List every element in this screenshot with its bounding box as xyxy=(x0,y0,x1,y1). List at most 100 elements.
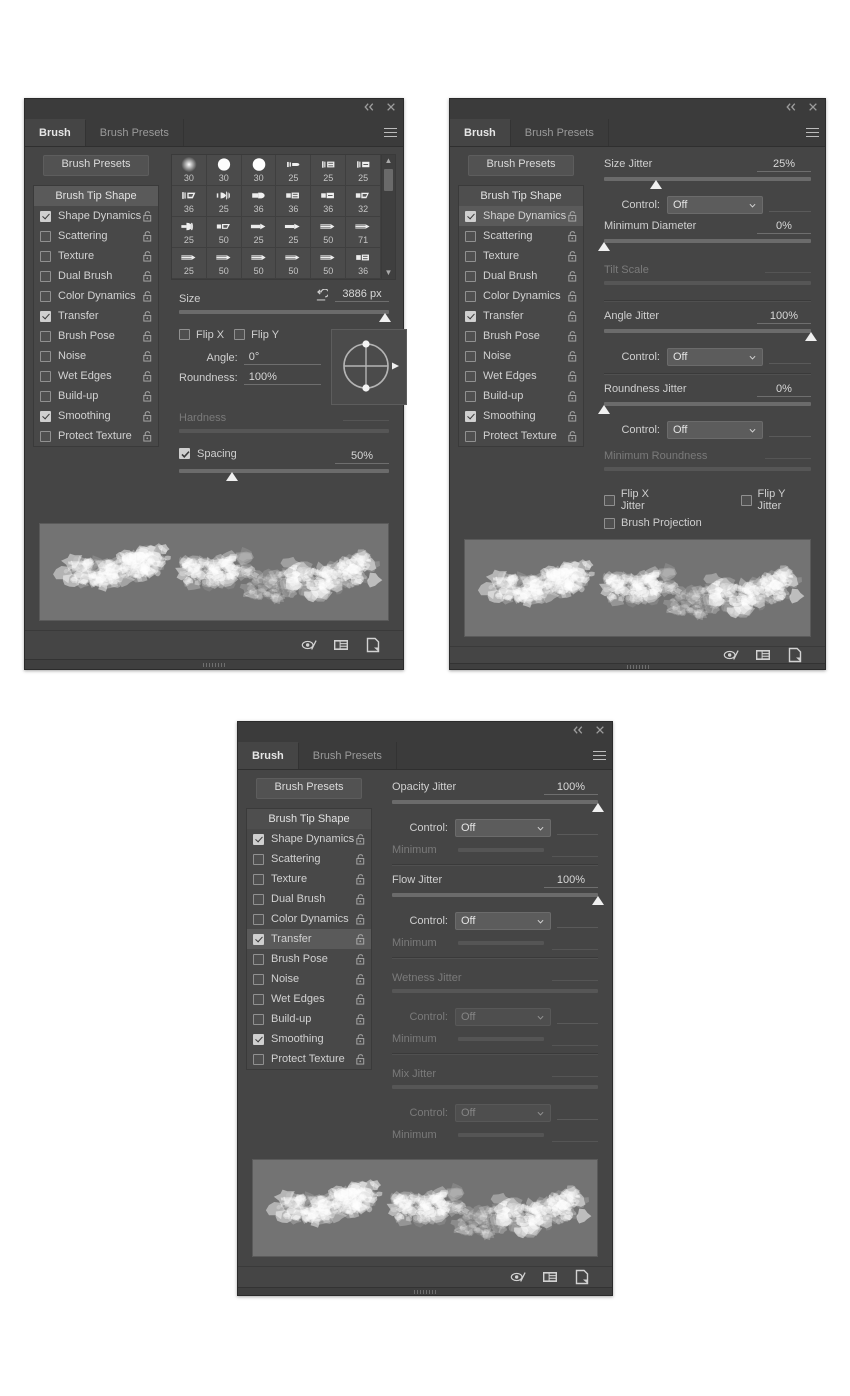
lock-icon[interactable] xyxy=(355,1033,366,1045)
minimum-diameter-slider[interactable] xyxy=(598,237,811,251)
brush-tip-cell[interactable]: 50 xyxy=(206,217,242,248)
option-smoothing[interactable]: Smoothing xyxy=(247,1029,371,1049)
option-transfer[interactable]: Transfer xyxy=(34,306,158,326)
option-protect-texture[interactable]: Protect Texture xyxy=(459,426,583,446)
lock-icon[interactable] xyxy=(355,853,366,865)
reset-arrow-icon[interactable] xyxy=(315,289,328,302)
tab-brush[interactable]: Brush xyxy=(450,119,511,146)
option-protect-texture[interactable]: Protect Texture xyxy=(247,1049,371,1069)
option-brush-tip-shape[interactable]: Brush Tip Shape xyxy=(459,186,583,206)
option-brush-pose[interactable]: Brush Pose xyxy=(247,949,371,969)
scroll-down-icon[interactable]: ▼ xyxy=(385,269,393,277)
lock-icon[interactable] xyxy=(355,953,366,965)
lock-icon[interactable] xyxy=(142,290,153,302)
flip-y-checkbox[interactable] xyxy=(234,329,246,340)
brush-tip-cell[interactable]: 50 xyxy=(241,248,277,279)
lock-icon[interactable] xyxy=(567,290,578,302)
option-scattering[interactable]: Scattering xyxy=(247,849,371,869)
lock-icon[interactable] xyxy=(567,270,578,282)
option-smoothing[interactable]: Smoothing xyxy=(34,406,158,426)
option-build-up[interactable]: Build-up xyxy=(247,1009,371,1029)
option-checkbox[interactable] xyxy=(40,350,51,362)
angle-jitter-slider[interactable] xyxy=(604,327,817,341)
brush-tip-cell[interactable]: 25 xyxy=(172,217,207,248)
option-checkbox[interactable] xyxy=(253,853,264,865)
option-wet-edges[interactable]: Wet Edges xyxy=(247,989,371,1009)
spacing-checkbox[interactable] xyxy=(179,448,190,459)
lock-icon[interactable] xyxy=(142,310,153,322)
panel-menu-icon[interactable] xyxy=(799,119,825,146)
option-shape-dynamics[interactable]: Shape Dynamics xyxy=(34,206,158,226)
toggle-brush-dynamics-icon[interactable] xyxy=(301,637,317,653)
close-icon[interactable] xyxy=(385,101,397,113)
panel-menu-icon[interactable] xyxy=(377,119,403,146)
option-checkbox[interactable] xyxy=(465,390,476,402)
option-checkbox[interactable] xyxy=(40,430,51,442)
option-checkbox[interactable] xyxy=(253,1013,264,1025)
flip-x-jitter-item[interactable]: Flip X Jitter xyxy=(604,488,675,512)
option-checkbox[interactable] xyxy=(253,933,264,945)
brush-tip-cell[interactable]: 25 xyxy=(276,217,312,248)
option-texture[interactable]: Texture xyxy=(34,246,158,266)
spacing-slider-thumb[interactable] xyxy=(225,472,239,481)
lock-icon[interactable] xyxy=(355,1013,366,1025)
angle-jitter-thumb[interactable] xyxy=(805,332,818,341)
option-checkbox[interactable] xyxy=(253,893,264,905)
brush-tip-cell[interactable]: 36 xyxy=(241,186,277,217)
roundness-jitter-slider[interactable] xyxy=(598,400,811,414)
lock-icon[interactable] xyxy=(355,973,366,985)
brush-presets-button[interactable]: Brush Presets xyxy=(468,155,574,176)
brush-presets-button[interactable]: Brush Presets xyxy=(256,778,362,799)
lock-icon[interactable] xyxy=(567,250,578,262)
option-checkbox[interactable] xyxy=(253,1033,264,1045)
brush-projection-item[interactable]: Brush Projection xyxy=(604,517,702,529)
lock-icon[interactable] xyxy=(567,430,578,442)
angle-roundness-widget[interactable] xyxy=(330,328,407,405)
size-jitter-thumb[interactable] xyxy=(649,180,663,189)
option-checkbox[interactable] xyxy=(465,350,476,362)
option-protect-texture[interactable]: Protect Texture xyxy=(34,426,158,446)
option-noise[interactable]: Noise xyxy=(247,969,371,989)
tab-brush-presets[interactable]: Brush Presets xyxy=(86,119,184,146)
lock-icon[interactable] xyxy=(142,350,153,362)
brush-tip-cell[interactable]: 50 xyxy=(276,248,312,279)
option-checkbox[interactable] xyxy=(253,913,264,925)
size-jitter-value[interactable]: 25% xyxy=(757,158,811,172)
tab-brush-presets[interactable]: Brush Presets xyxy=(511,119,609,146)
size-jitter-slider[interactable] xyxy=(604,175,811,189)
option-checkbox[interactable] xyxy=(465,270,476,282)
brush-tip-cell[interactable]: 30 xyxy=(172,155,207,186)
option-scattering[interactable]: Scattering xyxy=(459,226,583,246)
size-slider[interactable] xyxy=(179,308,391,322)
option-smoothing[interactable]: Smoothing xyxy=(459,406,583,426)
brush-tip-cell[interactable]: 36 xyxy=(311,186,347,217)
brush-tip-cell[interactable]: 25 xyxy=(241,217,277,248)
lock-icon[interactable] xyxy=(142,230,153,242)
option-checkbox[interactable] xyxy=(40,250,51,262)
lock-icon[interactable] xyxy=(567,390,578,402)
lock-icon[interactable] xyxy=(142,410,153,422)
option-color-dynamics[interactable]: Color Dynamics xyxy=(459,286,583,306)
brush-tip-cell[interactable]: 36 xyxy=(276,186,312,217)
flow-jitter-slider[interactable] xyxy=(392,891,604,905)
tab-brush[interactable]: Brush xyxy=(238,742,299,769)
lock-icon[interactable] xyxy=(567,330,578,342)
option-shape-dynamics[interactable]: Shape Dynamics xyxy=(247,829,371,849)
option-dual-brush[interactable]: Dual Brush xyxy=(247,889,371,909)
tab-brush-presets[interactable]: Brush Presets xyxy=(299,742,397,769)
brush-tip-cell[interactable]: 25 xyxy=(311,155,347,186)
minimum-diameter-value[interactable]: 0% xyxy=(757,220,811,234)
new-brush-icon[interactable] xyxy=(787,647,803,663)
flow-jitter-value[interactable]: 100% xyxy=(544,874,598,888)
lock-icon[interactable] xyxy=(142,370,153,382)
lock-icon[interactable] xyxy=(355,913,366,925)
flip-x-jitter-checkbox[interactable] xyxy=(604,494,615,506)
option-checkbox[interactable] xyxy=(40,210,51,222)
brush-tip-cell[interactable]: 36 xyxy=(346,248,381,279)
flow-jitter-thumb[interactable] xyxy=(592,896,605,905)
option-checkbox[interactable] xyxy=(253,873,264,885)
scrollbar-thumb[interactable] xyxy=(384,169,393,191)
collapse-icon[interactable] xyxy=(572,724,584,736)
option-checkbox[interactable] xyxy=(40,230,51,242)
brush-tip-cell[interactable]: 30 xyxy=(241,155,277,186)
